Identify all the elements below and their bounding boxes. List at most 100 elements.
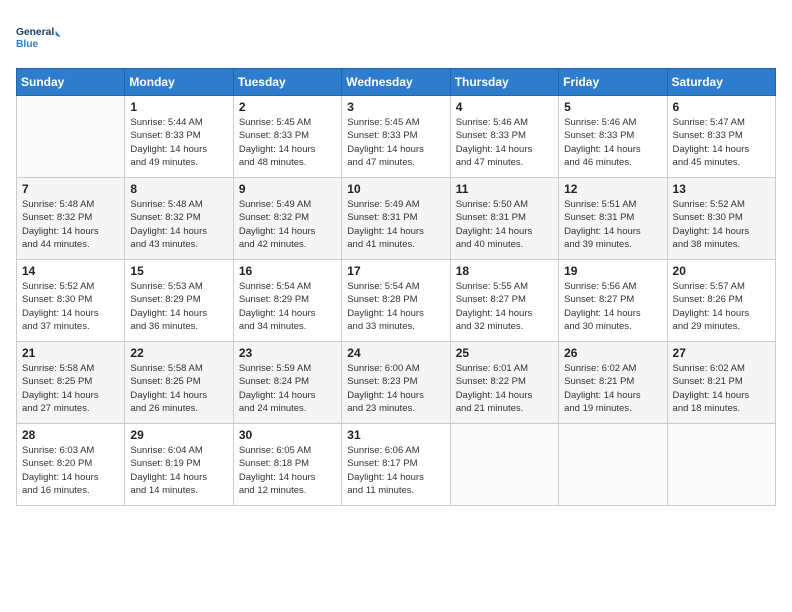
day-info: Sunrise: 6:02 AM Sunset: 8:21 PM Dayligh… <box>564 362 661 415</box>
day-number: 13 <box>673 182 770 196</box>
day-info: Sunrise: 5:55 AM Sunset: 8:27 PM Dayligh… <box>456 280 553 333</box>
calendar-cell: 11 Sunrise: 5:50 AM Sunset: 8:31 PM Dayli… <box>450 178 558 260</box>
header-day: Tuesday <box>233 69 341 96</box>
calendar-cell: 9Sunrise: 5:49 AM Sunset: 8:32 PM Daylig… <box>233 178 341 260</box>
day-info: Sunrise: 5:58 AM Sunset: 8:25 PM Dayligh… <box>130 362 227 415</box>
day-number: 14 <box>22 264 119 278</box>
calendar-week-row: 14 Sunrise: 5:52 AM Sunset: 8:30 PM Dayli… <box>17 260 776 342</box>
calendar-cell: 30 Sunrise: 6:05 AM Sunset: 8:18 PM Dayli… <box>233 424 341 506</box>
page-header: General Blue <box>16 16 776 60</box>
day-info: Sunrise: 6:02 AM Sunset: 8:21 PM Dayligh… <box>673 362 770 415</box>
day-info: Sunrise: 6:05 AM Sunset: 8:18 PM Dayligh… <box>239 444 336 497</box>
calendar-cell <box>17 96 125 178</box>
day-number: 24 <box>347 346 444 360</box>
calendar-cell: 21 Sunrise: 5:58 AM Sunset: 8:25 PM Dayli… <box>17 342 125 424</box>
day-number: 12 <box>564 182 661 196</box>
day-number: 22 <box>130 346 227 360</box>
day-info: Sunrise: 5:58 AM Sunset: 8:25 PM Dayligh… <box>22 362 119 415</box>
header-day: Thursday <box>450 69 558 96</box>
day-number: 19 <box>564 264 661 278</box>
calendar-cell: 3 Sunrise: 5:45 AM Sunset: 8:33 PM Daylig… <box>342 96 450 178</box>
day-info: Sunrise: 6:03 AM Sunset: 8:20 PM Dayligh… <box>22 444 119 497</box>
day-number: 25 <box>456 346 553 360</box>
header-day: Saturday <box>667 69 775 96</box>
day-info: Sunrise: 6:06 AM Sunset: 8:17 PM Dayligh… <box>347 444 444 497</box>
calendar-week-row: 7Sunrise: 5:48 AM Sunset: 8:32 PM Daylig… <box>17 178 776 260</box>
day-info: Sunrise: 5:48 AM Sunset: 8:32 PM Dayligh… <box>130 198 227 251</box>
day-info: Sunrise: 5:50 AM Sunset: 8:31 PM Dayligh… <box>456 198 553 251</box>
calendar-cell: 15 Sunrise: 5:53 AM Sunset: 8:29 PM Dayli… <box>125 260 233 342</box>
day-info: Sunrise: 5:45 AM Sunset: 8:33 PM Dayligh… <box>347 116 444 169</box>
calendar-cell <box>450 424 558 506</box>
day-info: Sunrise: 5:51 AM Sunset: 8:31 PM Dayligh… <box>564 198 661 251</box>
day-info: Sunrise: 5:59 AM Sunset: 8:24 PM Dayligh… <box>239 362 336 415</box>
calendar-cell <box>559 424 667 506</box>
header-day: Sunday <box>17 69 125 96</box>
day-info: Sunrise: 5:47 AM Sunset: 8:33 PM Dayligh… <box>673 116 770 169</box>
day-number: 30 <box>239 428 336 442</box>
day-number: 8 <box>130 182 227 196</box>
day-number: 18 <box>456 264 553 278</box>
day-info: Sunrise: 5:57 AM Sunset: 8:26 PM Dayligh… <box>673 280 770 333</box>
calendar-cell: 14 Sunrise: 5:52 AM Sunset: 8:30 PM Dayli… <box>17 260 125 342</box>
calendar-header: SundayMondayTuesdayWednesdayThursdayFrid… <box>17 69 776 96</box>
day-number: 10 <box>347 182 444 196</box>
day-number: 2 <box>239 100 336 114</box>
day-info: Sunrise: 5:52 AM Sunset: 8:30 PM Dayligh… <box>22 280 119 333</box>
day-number: 20 <box>673 264 770 278</box>
day-number: 6 <box>673 100 770 114</box>
day-number: 3 <box>347 100 444 114</box>
calendar-cell: 31 Sunrise: 6:06 AM Sunset: 8:17 PM Dayli… <box>342 424 450 506</box>
calendar-cell: 7Sunrise: 5:48 AM Sunset: 8:32 PM Daylig… <box>17 178 125 260</box>
header-day: Friday <box>559 69 667 96</box>
day-info: Sunrise: 5:46 AM Sunset: 8:33 PM Dayligh… <box>456 116 553 169</box>
day-info: Sunrise: 5:45 AM Sunset: 8:33 PM Dayligh… <box>239 116 336 169</box>
calendar-cell: 6 Sunrise: 5:47 AM Sunset: 8:33 PM Daylig… <box>667 96 775 178</box>
day-info: Sunrise: 6:04 AM Sunset: 8:19 PM Dayligh… <box>130 444 227 497</box>
day-info: Sunrise: 5:54 AM Sunset: 8:28 PM Dayligh… <box>347 280 444 333</box>
calendar-cell: 22 Sunrise: 5:58 AM Sunset: 8:25 PM Dayli… <box>125 342 233 424</box>
day-info: Sunrise: 5:56 AM Sunset: 8:27 PM Dayligh… <box>564 280 661 333</box>
header-day: Monday <box>125 69 233 96</box>
day-number: 5 <box>564 100 661 114</box>
day-number: 11 <box>456 182 553 196</box>
day-info: Sunrise: 6:00 AM Sunset: 8:23 PM Dayligh… <box>347 362 444 415</box>
day-info: Sunrise: 5:54 AM Sunset: 8:29 PM Dayligh… <box>239 280 336 333</box>
calendar-cell: 23 Sunrise: 5:59 AM Sunset: 8:24 PM Dayli… <box>233 342 341 424</box>
day-number: 9 <box>239 182 336 196</box>
calendar-table: SundayMondayTuesdayWednesdayThursdayFrid… <box>16 68 776 506</box>
calendar-cell: 17Sunrise: 5:54 AM Sunset: 8:28 PM Dayli… <box>342 260 450 342</box>
calendar-cell: 13 Sunrise: 5:52 AM Sunset: 8:30 PM Dayli… <box>667 178 775 260</box>
day-info: Sunrise: 5:44 AM Sunset: 8:33 PM Dayligh… <box>130 116 227 169</box>
day-number: 27 <box>673 346 770 360</box>
calendar-cell: 29 Sunrise: 6:04 AM Sunset: 8:19 PM Dayli… <box>125 424 233 506</box>
calendar-cell: 8 Sunrise: 5:48 AM Sunset: 8:32 PM Daylig… <box>125 178 233 260</box>
svg-text:Blue: Blue <box>16 39 39 50</box>
day-info: Sunrise: 5:53 AM Sunset: 8:29 PM Dayligh… <box>130 280 227 333</box>
day-number: 15 <box>130 264 227 278</box>
day-number: 21 <box>22 346 119 360</box>
day-info: Sunrise: 5:52 AM Sunset: 8:30 PM Dayligh… <box>673 198 770 251</box>
logo: General Blue <box>16 16 60 60</box>
day-number: 28 <box>22 428 119 442</box>
calendar-week-row: 28 Sunrise: 6:03 AM Sunset: 8:20 PM Dayli… <box>17 424 776 506</box>
calendar-cell: 16Sunrise: 5:54 AM Sunset: 8:29 PM Dayli… <box>233 260 341 342</box>
calendar-week-row: 21 Sunrise: 5:58 AM Sunset: 8:25 PM Dayli… <box>17 342 776 424</box>
day-number: 29 <box>130 428 227 442</box>
calendar-cell <box>667 424 775 506</box>
calendar-cell: 20 Sunrise: 5:57 AM Sunset: 8:26 PM Dayli… <box>667 260 775 342</box>
calendar-cell: 24 Sunrise: 6:00 AM Sunset: 8:23 PM Dayli… <box>342 342 450 424</box>
day-number: 31 <box>347 428 444 442</box>
calendar-cell: 10Sunrise: 5:49 AM Sunset: 8:31 PM Dayli… <box>342 178 450 260</box>
day-info: Sunrise: 5:48 AM Sunset: 8:32 PM Dayligh… <box>22 198 119 251</box>
calendar-cell: 18 Sunrise: 5:55 AM Sunset: 8:27 PM Dayli… <box>450 260 558 342</box>
day-number: 26 <box>564 346 661 360</box>
day-number: 1 <box>130 100 227 114</box>
svg-text:General: General <box>16 27 54 38</box>
calendar-cell: 1 Sunrise: 5:44 AM Sunset: 8:33 PM Daylig… <box>125 96 233 178</box>
day-info: Sunrise: 5:46 AM Sunset: 8:33 PM Dayligh… <box>564 116 661 169</box>
calendar-cell: 12 Sunrise: 5:51 AM Sunset: 8:31 PM Dayli… <box>559 178 667 260</box>
calendar-cell: 5 Sunrise: 5:46 AM Sunset: 8:33 PM Daylig… <box>559 96 667 178</box>
day-info: Sunrise: 6:01 AM Sunset: 8:22 PM Dayligh… <box>456 362 553 415</box>
day-number: 23 <box>239 346 336 360</box>
